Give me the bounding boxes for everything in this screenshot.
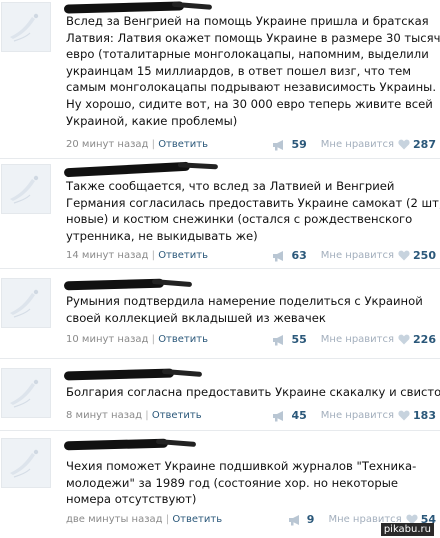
share-count: 63 xyxy=(291,249,307,262)
comment-meta: 20 минут назад | Ответить 59 Мне нравитс… xyxy=(66,138,436,151)
megaphone-icon[interactable] xyxy=(272,410,288,422)
comment-post-4: Болгария согласна предоставить Украине с… xyxy=(0,358,440,432)
comment-post-5: Чехия поможет Украине подшивкой журналов… xyxy=(0,430,440,538)
comment-post-1: Вслед за Венгрией на помощь Украине приш… xyxy=(0,0,440,160)
author-name-redacted[interactable] xyxy=(63,368,175,381)
like-button[interactable]: Мне нравится xyxy=(321,250,394,261)
avatar[interactable] xyxy=(1,278,51,328)
megaphone-icon[interactable] xyxy=(272,334,288,346)
author-name-redacted[interactable] xyxy=(63,278,165,291)
timestamp: две минуты назад xyxy=(66,514,163,525)
comment-text: Чехия поможет Украине подшивкой журналов… xyxy=(66,459,417,507)
avatar[interactable] xyxy=(1,438,51,488)
comment-text: Болгария согласна предоставить Украине с… xyxy=(66,385,440,399)
reply-link[interactable]: Ответить xyxy=(158,250,208,261)
comment-text: Румыния подтвердила намерение поделиться… xyxy=(66,294,423,325)
watermark: pikabu.ru xyxy=(380,523,434,536)
reply-link[interactable]: Ответить xyxy=(158,139,208,150)
timestamp: 8 минут назад xyxy=(66,410,143,421)
comment-text: Также сообщается, что вслед за Латвией и… xyxy=(66,179,440,243)
like-button[interactable]: Мне нравится xyxy=(321,410,394,421)
avatar[interactable] xyxy=(1,2,51,52)
comment-meta: 8 минут назад | Ответить 45 Мне нравится… xyxy=(66,409,436,422)
comment-post-2: Также сообщается, что вслед за Латвией и… xyxy=(0,158,440,270)
like-button[interactable]: Мне нравится xyxy=(321,139,394,150)
avatar[interactable] xyxy=(1,164,51,214)
timestamp: 10 минут назад xyxy=(66,334,149,345)
like-count: 287 xyxy=(413,138,436,151)
heart-icon[interactable] xyxy=(398,334,410,345)
comment-meta: 14 минут назад | Ответить 63 Мне нравитс… xyxy=(66,249,436,262)
comment-meta: 10 минут назад | Ответить 55 Мне нравитс… xyxy=(66,333,436,346)
comment-post-3: Румыния подтвердила намерение поделиться… xyxy=(0,268,440,360)
like-count: 183 xyxy=(413,409,436,422)
share-count: 9 xyxy=(306,513,315,526)
author-name-redacted[interactable] xyxy=(63,1,185,14)
heart-icon[interactable] xyxy=(398,250,410,261)
megaphone-icon[interactable] xyxy=(272,250,288,262)
reply-link[interactable]: Ответить xyxy=(152,410,202,421)
reply-link[interactable]: Ответить xyxy=(158,334,208,345)
like-count: 250 xyxy=(413,249,436,262)
heart-icon[interactable] xyxy=(398,139,410,150)
like-button[interactable]: Мне нравится xyxy=(321,334,394,345)
share-count: 59 xyxy=(291,138,307,151)
reply-link[interactable]: Ответить xyxy=(172,514,222,525)
avatar[interactable] xyxy=(1,368,51,418)
timestamp: 14 минут назад xyxy=(66,250,149,261)
megaphone-icon[interactable] xyxy=(288,514,304,526)
author-name-redacted[interactable] xyxy=(63,161,191,178)
megaphone-icon[interactable] xyxy=(272,139,288,151)
timestamp: 20 минут назад xyxy=(66,139,149,150)
share-count: 55 xyxy=(291,333,307,346)
author-name-redacted[interactable] xyxy=(63,438,169,451)
comment-text: Вслед за Венгрией на помощь Украине приш… xyxy=(66,14,440,128)
heart-icon[interactable] xyxy=(398,410,410,421)
share-count: 45 xyxy=(291,409,307,422)
like-count: 226 xyxy=(413,333,436,346)
